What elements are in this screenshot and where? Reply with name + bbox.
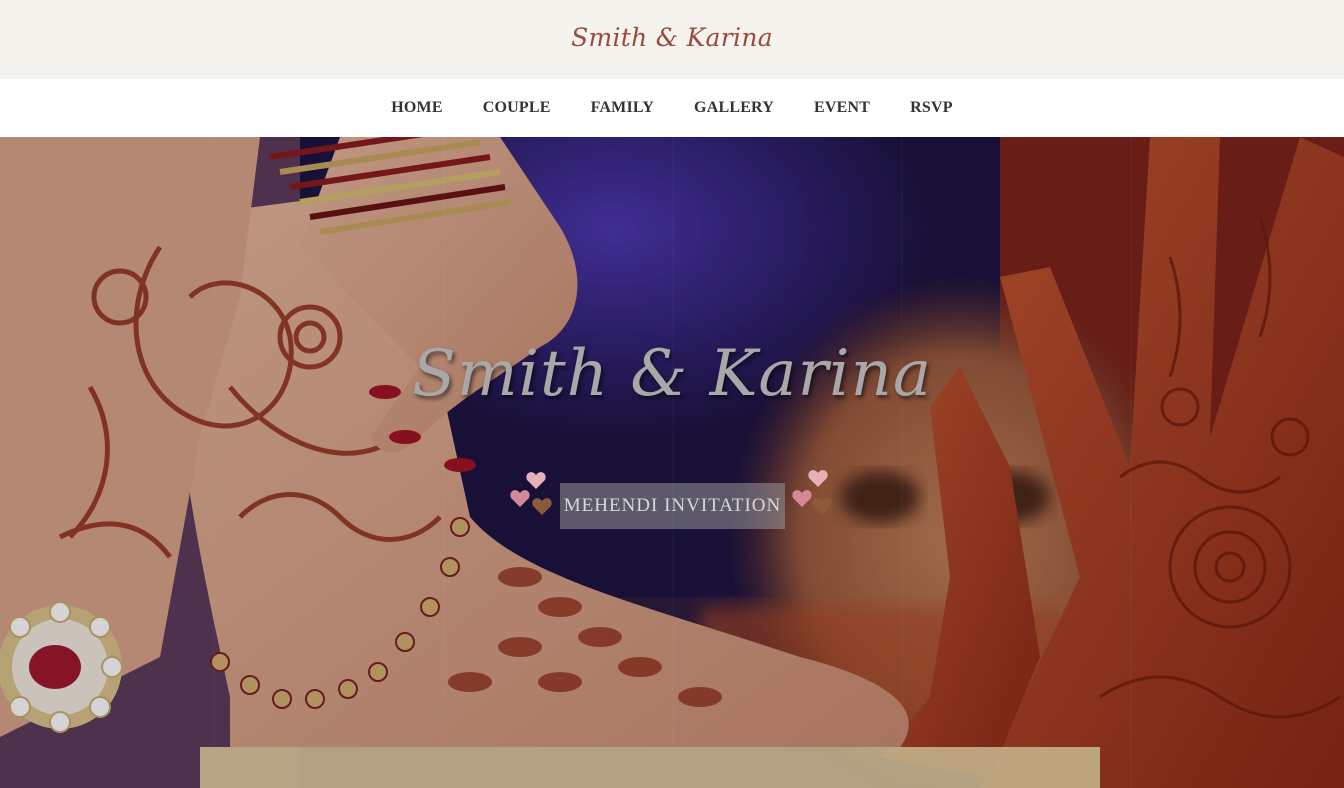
nav-couple[interactable]: COUPLE: [483, 99, 551, 117]
hero-title: Smith & Karina: [412, 337, 932, 411]
site-logo[interactable]: Smith & Karina: [571, 23, 773, 52]
hearts-icon: [510, 472, 552, 515]
hero-banner: Smith & Karina MEHENDI INVITATION: [0, 137, 1344, 788]
nav-home[interactable]: HOME: [391, 99, 442, 117]
main-nav: HOME COUPLE FAMILY GALLERY EVENT RSVP: [0, 79, 1344, 137]
nav-rsvp[interactable]: RSVP: [910, 99, 953, 117]
nav-gallery[interactable]: GALLERY: [694, 99, 774, 117]
hearts-icon: [792, 470, 832, 515]
top-header: Smith & Karina: [0, 0, 1344, 79]
nav-event[interactable]: EVENT: [814, 99, 870, 117]
hero-dark-overlay: [0, 137, 1344, 788]
nav-family[interactable]: FAMILY: [591, 99, 654, 117]
mehendi-invitation-badge: MEHENDI INVITATION: [560, 483, 785, 529]
